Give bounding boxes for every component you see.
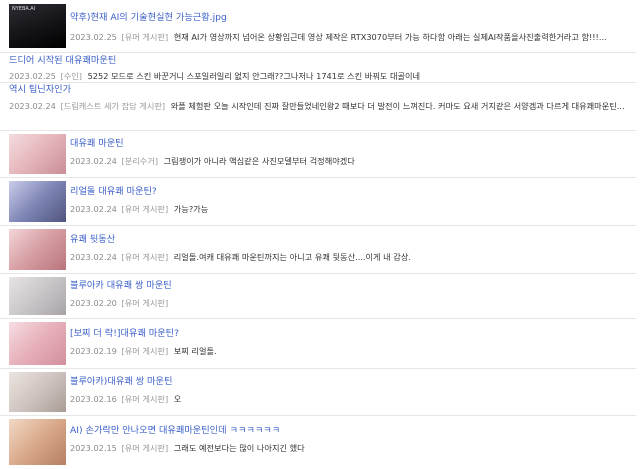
list-item[interactable]: 블루아카)대유쾌 쌍 마운틴 2023.02.16 [유머 게시판] 오 — [0, 369, 636, 416]
post-thumbnail[interactable]: NYEBA.AI — [9, 4, 66, 48]
post-date: 2023.02.19 — [70, 346, 117, 356]
post-title[interactable]: 역시 팁닌자인가 — [9, 84, 629, 96]
post-board[interactable]: [유머 게시판] — [122, 298, 169, 308]
post-snippet: 보찌 리얼돌. — [173, 346, 217, 356]
thumbnail-caption: NYEBA.AI — [12, 6, 36, 12]
list-item[interactable]: 드디어 시작된 대유쾌마운틴 2023.02.25 [수인] 5252 모드로 … — [0, 53, 636, 83]
list-item[interactable]: 블루아카 대유쾌 쌍 마운틴 2023.02.20 [유머 게시판] — [0, 274, 636, 319]
post-meta: 2023.02.25 [수인] 5252 모드로 스킨 바꾼거니 스포일러일리 … — [9, 70, 631, 82]
list-item[interactable]: 유쾌 뒷동산 2023.02.24 [유머 게시판] 리얼돌.여캐 대유쾌 마운… — [0, 226, 636, 274]
post-thumbnail[interactable] — [9, 181, 66, 222]
post-meta: 2023.02.24 [유머 게시판] 가능?가능 — [70, 203, 632, 215]
post-date: 2023.02.25 — [70, 32, 117, 42]
post-board[interactable]: [유머 게시판] — [122, 443, 169, 453]
list-item[interactable]: NYEBA.AI 약후)현재 AI의 기술현실현 가능근황.jpg 2023.0… — [0, 0, 636, 53]
post-date: 2023.02.24 — [70, 204, 117, 214]
post-snippet: 그림쟁이가 아니라 액심같은 사진모델부터 걱정해야겠다 — [163, 156, 355, 166]
post-title[interactable]: 드디어 시작된 대유쾌마운틴 — [9, 55, 629, 67]
post-snippet: 오 — [173, 394, 182, 404]
post-title[interactable]: 대유쾌 마운틴 — [70, 138, 630, 150]
post-title[interactable]: 리얼돌 대유쾌 마운틴? — [70, 186, 630, 198]
post-meta: 2023.02.25 [유머 게시판] 현재 AI가 영상까지 넘어온 상황임근… — [70, 31, 632, 43]
post-title[interactable]: 약후)현재 AI의 기술현실현 가능근황.jpg — [70, 12, 630, 24]
post-snippet: 와플 체험판 오늘 시작인데 진짜 잘만들었네인왕2 때보다 더 발전이 느껴진… — [170, 101, 625, 111]
post-title[interactable]: [보찌 더 락!]대유쾌 마운틴? — [70, 328, 630, 340]
post-board[interactable]: [수인] — [61, 71, 82, 81]
post-snippet: 현재 AI가 영상까지 넘어온 상황임근데 영상 제작은 RTX3070부터 가… — [173, 32, 607, 42]
post-title[interactable]: 블루아카)대유쾌 쌍 마운틴 — [70, 376, 630, 388]
post-board[interactable]: [유머 게시판] — [122, 32, 169, 42]
post-date: 2023.02.20 — [70, 298, 117, 308]
post-date: 2023.02.24 — [70, 252, 117, 262]
post-board[interactable]: [분리수거] — [122, 156, 159, 166]
post-title[interactable]: 블루아카 대유쾌 쌍 마운틴 — [70, 280, 630, 292]
post-thumbnail[interactable] — [9, 134, 66, 174]
post-meta: 2023.02.24 [분리수거] 그림쟁이가 아니라 액심같은 사진모델부터 … — [70, 155, 632, 167]
post-thumbnail[interactable] — [9, 229, 66, 270]
post-board[interactable]: [드림캐스트 세가 잡담 게시판] — [61, 101, 166, 111]
post-meta: 2023.02.16 [유머 게시판] 오 — [70, 393, 632, 405]
post-meta: 2023.02.20 [유머 게시판] — [70, 297, 632, 309]
post-date: 2023.02.16 — [70, 394, 117, 404]
post-meta: 2023.02.24 [드림캐스트 세가 잡담 게시판] 와플 체험판 오늘 시… — [9, 100, 631, 126]
post-meta: 2023.02.19 [유머 게시판] 보찌 리얼돌. — [70, 345, 632, 357]
list-item[interactable]: 대유쾌 마운틴 2023.02.24 [분리수거] 그림쟁이가 아니라 액심같은… — [0, 131, 636, 178]
post-snippet: 그래도 예전보다는 많이 나아지긴 했다 — [173, 443, 305, 453]
post-board[interactable]: [유머 게시판] — [122, 204, 169, 214]
post-thumbnail[interactable] — [9, 277, 66, 315]
post-title[interactable]: 유쾌 뒷동산 — [70, 234, 630, 246]
post-thumbnail[interactable] — [9, 322, 66, 365]
list-item[interactable]: 역시 팁닌자인가 2023.02.24 [드림캐스트 세가 잡담 게시판] 와플… — [0, 83, 636, 131]
post-date: 2023.02.15 — [70, 443, 117, 453]
post-date: 2023.02.24 — [70, 156, 117, 166]
list-item[interactable]: 리얼돌 대유쾌 마운틴? 2023.02.24 [유머 게시판] 가능?가능 — [0, 178, 636, 226]
post-snippet: 리얼돌.여캐 대유쾌 마운틴까지는 아니고 유쾌 뒷동산....이게 내 감상. — [173, 252, 411, 262]
post-date: 2023.02.24 — [9, 101, 56, 111]
post-snippet: 5252 모드로 스킨 바꾼거니 스포일러일리 없지 안그래??그나저나 174… — [87, 71, 421, 81]
post-meta: 2023.02.15 [유머 게시판] 그래도 예전보다는 많이 나아지긴 했다 — [70, 442, 632, 454]
post-snippet: 가능?가능 — [173, 204, 209, 214]
post-board[interactable]: [유머 게시판] — [122, 252, 169, 262]
post-date: 2023.02.25 — [9, 71, 56, 81]
post-board[interactable]: [유머 게시판] — [122, 394, 169, 404]
post-title[interactable]: AI) 손가락만 안나오면 대유쾌마운틴인데 ㅋㅋㅋㅋㅋㅋ — [70, 425, 630, 437]
list-item[interactable]: AI) 손가락만 안나오면 대유쾌마운틴인데 ㅋㅋㅋㅋㅋㅋ 2023.02.15… — [0, 416, 636, 469]
post-list: NYEBA.AI 약후)현재 AI의 기술현실현 가능근황.jpg 2023.0… — [0, 0, 636, 469]
post-board[interactable]: [유머 게시판] — [122, 346, 169, 356]
list-item[interactable]: [보찌 더 락!]대유쾌 마운틴? 2023.02.19 [유머 게시판] 보찌… — [0, 319, 636, 369]
post-thumbnail[interactable] — [9, 372, 66, 412]
post-meta: 2023.02.24 [유머 게시판] 리얼돌.여캐 대유쾌 마운틴까지는 아니… — [70, 251, 632, 263]
post-thumbnail[interactable] — [9, 419, 66, 465]
